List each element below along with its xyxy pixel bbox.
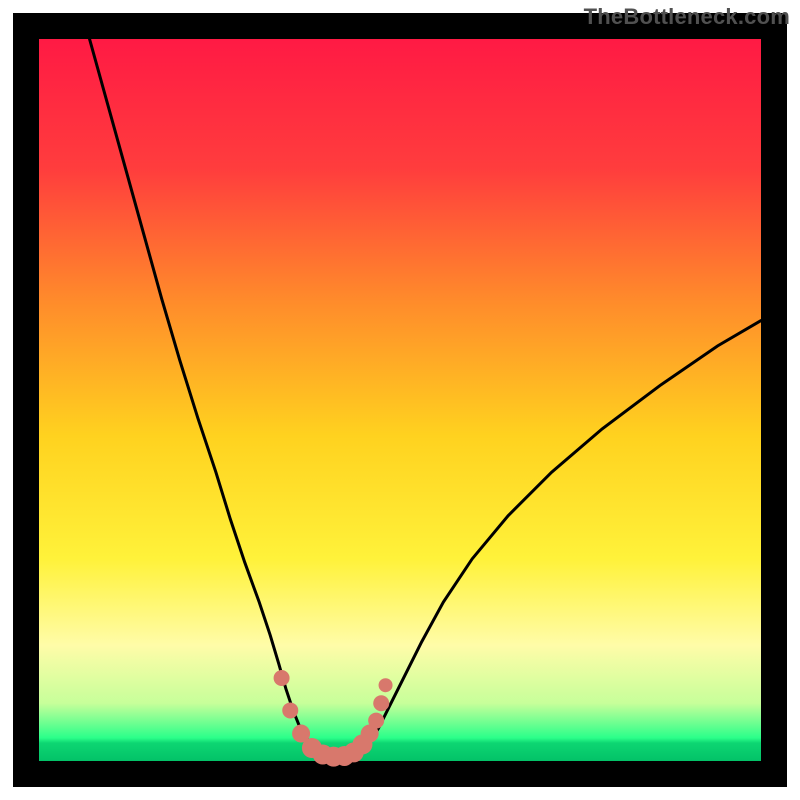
highlight-marker bbox=[373, 695, 389, 711]
highlight-marker bbox=[368, 713, 384, 729]
chart-stage: TheBottleneck.com bbox=[0, 0, 800, 800]
highlight-marker bbox=[274, 670, 290, 686]
highlight-marker bbox=[282, 702, 298, 718]
watermark-text: TheBottleneck.com bbox=[584, 4, 790, 30]
highlight-marker bbox=[379, 678, 393, 692]
chart-background bbox=[39, 39, 761, 761]
bottleneck-chart bbox=[0, 0, 800, 800]
